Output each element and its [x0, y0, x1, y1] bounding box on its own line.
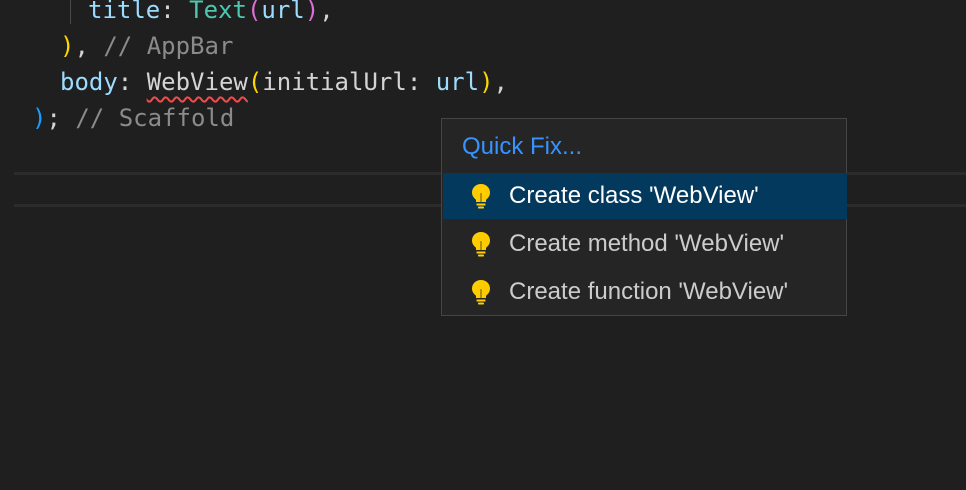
- token-close-paren: ): [60, 32, 75, 60]
- token-close-paren: ): [304, 0, 320, 24]
- token-open-paren: (: [246, 0, 262, 24]
- code-line-appbar-close[interactable]: ), // AppBar: [60, 28, 233, 64]
- token-error-call[interactable]: WebView: [147, 68, 248, 96]
- quick-fix-menu[interactable]: Quick Fix... Create class 'WebView' Crea…: [441, 118, 847, 316]
- token-comment: // AppBar: [103, 32, 234, 60]
- quick-fix-item-create-function[interactable]: Create function 'WebView': [443, 269, 847, 315]
- quick-fix-item-label: Create function 'WebView': [509, 278, 789, 305]
- lightbulb-icon: [472, 232, 490, 257]
- indent-guide: [70, 0, 71, 24]
- code-line-scaffold-close[interactable]: ); // Scaffold: [32, 100, 234, 136]
- token-colon: :: [117, 68, 147, 96]
- lightbulb-icon: [472, 280, 490, 305]
- quick-fix-item-create-method[interactable]: Create method 'WebView': [443, 221, 847, 267]
- token-comma: ,: [74, 32, 104, 60]
- code-line-title[interactable]: title: Text(url),: [88, 0, 334, 28]
- token-argument: url: [261, 0, 305, 24]
- quick-fix-item-create-class[interactable]: Create class 'WebView': [443, 173, 847, 219]
- token-close-paren: ): [479, 68, 494, 96]
- token-argument: url: [435, 68, 480, 96]
- token-call: Text: [189, 0, 247, 24]
- code-line-body[interactable]: body: WebView(initialUrl: url),: [60, 64, 508, 100]
- token-param-colon: :: [406, 68, 436, 96]
- quick-fix-item-label: Create class 'WebView': [509, 182, 759, 209]
- token-close-paren: ): [32, 104, 47, 132]
- token-semicolon: ;: [46, 104, 76, 132]
- token-comma: ,: [493, 68, 508, 96]
- token-comma: ,: [319, 0, 334, 24]
- token-open-paren: (: [247, 68, 263, 96]
- token-comment: // Scaffold: [75, 104, 235, 132]
- token-parameter: initialUrl: [262, 68, 407, 96]
- token-property: title: [88, 0, 161, 24]
- quick-fix-item-label: Create method 'WebView': [509, 230, 785, 257]
- lightbulb-icon: [472, 184, 490, 209]
- token-colon: :: [160, 0, 190, 24]
- quick-fix-title: Quick Fix...: [462, 133, 583, 160]
- token-property: body: [60, 68, 118, 96]
